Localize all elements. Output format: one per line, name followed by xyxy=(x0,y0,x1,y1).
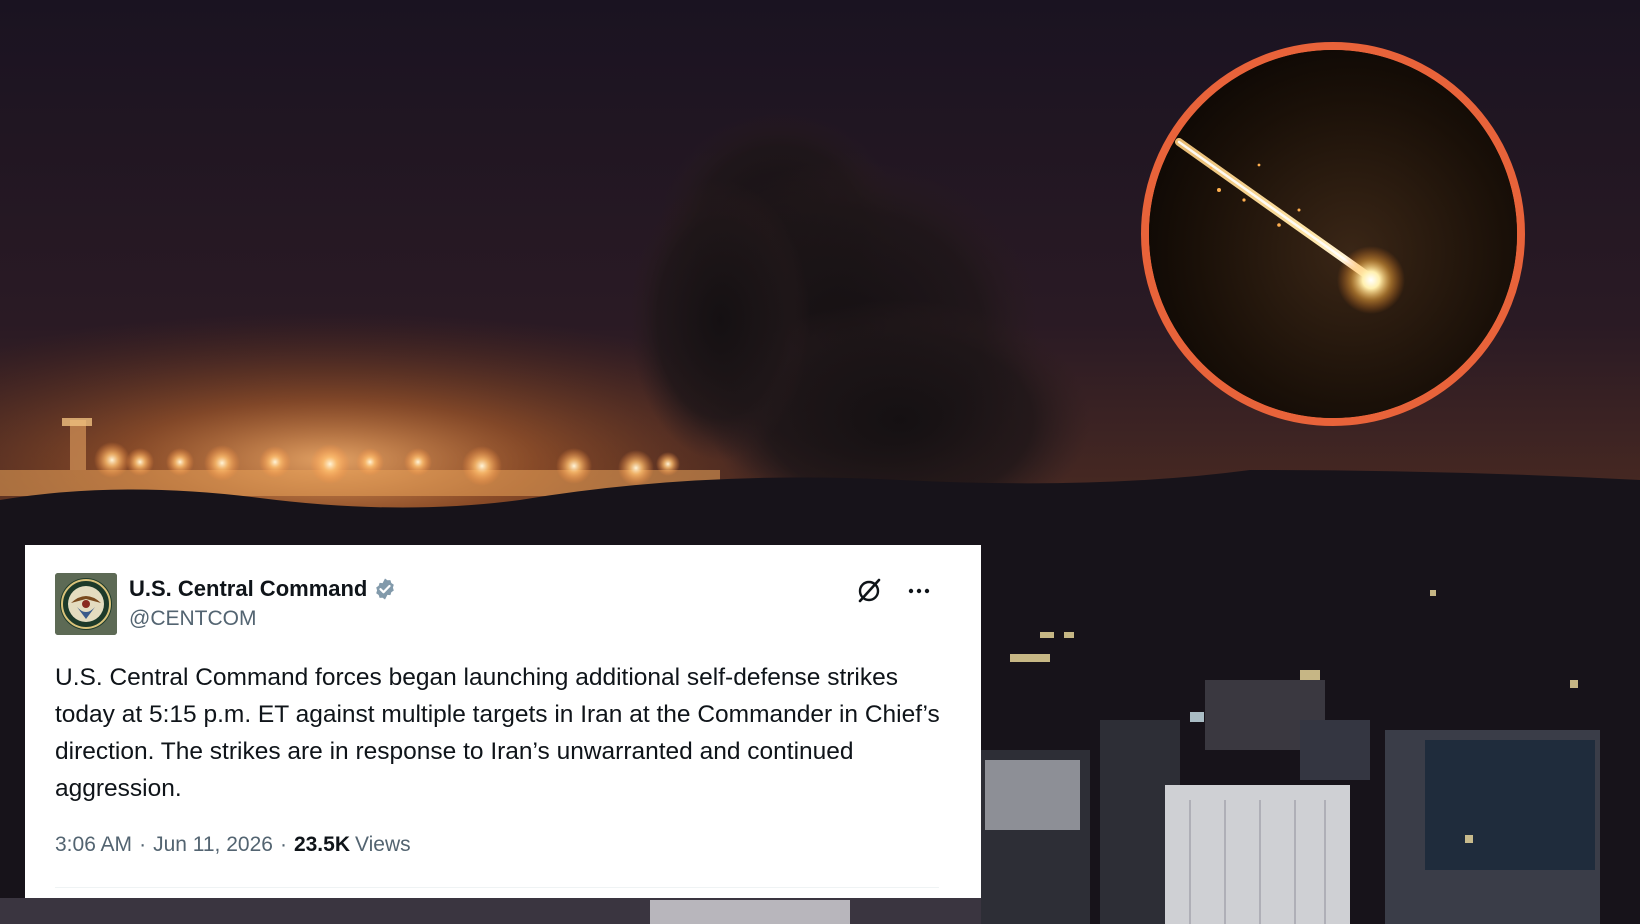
header-actions xyxy=(855,577,933,605)
tweet-card: U.S. Central Command @CENTCOM U.S. Centr… xyxy=(25,545,981,898)
views-label: Views xyxy=(355,833,411,856)
more-options-icon[interactable] xyxy=(905,577,933,605)
tweet-header: U.S. Central Command @CENTCOM xyxy=(55,573,951,637)
tweet-meta: 3:06 AM · Jun 11, 2026 · 23.5K Views xyxy=(55,833,951,857)
verified-badge-icon xyxy=(373,577,397,601)
display-name[interactable]: U.S. Central Command xyxy=(129,576,367,602)
tweet-date[interactable]: Jun 11, 2026 xyxy=(153,833,273,857)
divider xyxy=(55,887,939,888)
avatar[interactable] xyxy=(55,573,117,635)
meta-separator: · xyxy=(139,833,147,856)
missile-inset-photo xyxy=(1141,42,1525,426)
tweet-text: U.S. Central Command forces began launch… xyxy=(55,664,940,802)
tweet-time[interactable]: 3:06 AM xyxy=(55,833,132,857)
views-count: 23.5K xyxy=(293,833,350,856)
meta-separator: · xyxy=(279,833,287,856)
grok-icon[interactable] xyxy=(855,577,883,605)
account-names: U.S. Central Command @CENTCOM xyxy=(129,575,397,631)
handle[interactable]: @CENTCOM xyxy=(129,607,397,631)
